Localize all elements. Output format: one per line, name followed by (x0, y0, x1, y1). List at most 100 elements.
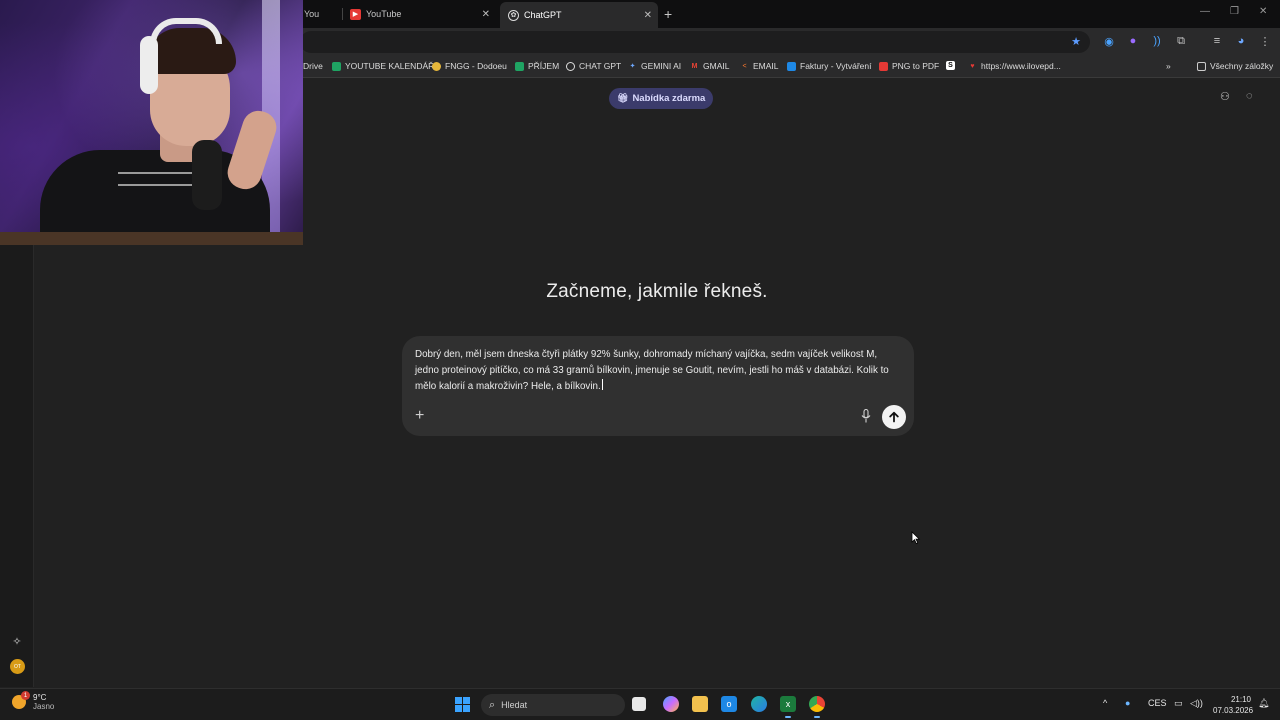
page-title: Začneme, jakmile řekneš. (546, 281, 768, 302)
bookmark-drive[interactable]: Drive (303, 61, 323, 71)
mouse-cursor-icon (911, 531, 921, 545)
bookmark-label: https://www.ilovepd... (981, 61, 1061, 71)
s-site-icon: S (946, 61, 955, 70)
close-window-icon[interactable]: ✕ (1259, 6, 1267, 17)
restore-icon[interactable]: ❐ (1230, 6, 1239, 17)
bookmark-label: CHAT GPT (579, 61, 622, 71)
input-language[interactable]: CES (1148, 698, 1167, 708)
clock[interactable]: 21:10 07.03.2026 (1213, 694, 1254, 716)
task-view-icon[interactable] (632, 697, 646, 711)
tab-label: ChatGPT (524, 10, 562, 20)
bookmark-star-icon[interactable]: ★ (1069, 34, 1083, 48)
chatgpt-icon: ✿ (508, 9, 519, 21)
taskbar-search[interactable]: ⌕ Hledat (481, 694, 625, 716)
network-icon[interactable]: ▭ (1174, 698, 1183, 709)
bookmark-label: YOUTUBE KALENDÁŘ (345, 61, 435, 71)
tab-youtube[interactable]: ▶ YouTube ✕ (344, 4, 496, 24)
clock-time: 21:10 (1230, 695, 1251, 704)
bookmark-ilovepdf[interactable]: ♥ https://www.ilovepd... (968, 61, 1061, 71)
edge-icon[interactable] (751, 696, 767, 712)
weather-sun-icon: 1 (12, 691, 30, 709)
send-button[interactable] (882, 405, 906, 429)
all-bookmarks[interactable]: Všechny záložky (1197, 61, 1273, 71)
bookmark-png-to-pdf[interactable]: PNG to PDF (879, 61, 939, 71)
bookmark-label: Drive (303, 61, 323, 71)
sparkle-icon[interactable]: ✧ (10, 634, 24, 648)
bookmark-youtube-kalendar[interactable]: YOUTUBE KALENDÁŘ (332, 61, 434, 71)
start-button[interactable] (455, 697, 470, 712)
tab-youtube-partial[interactable]: You (300, 4, 342, 24)
windows-logo-tile (463, 697, 470, 704)
webcam-microphone (192, 140, 222, 210)
microphone-tray-icon[interactable]: ● (1125, 698, 1130, 708)
address-bar[interactable] (300, 31, 1090, 53)
file-explorer-icon[interactable] (692, 696, 708, 712)
webcam-desk (0, 232, 303, 245)
windows-logo-tile (455, 697, 462, 704)
gemini-icon: ✦ (629, 63, 636, 70)
text-caret (601, 379, 603, 390)
add-person-icon[interactable]: ⚇ (1220, 90, 1230, 103)
excel-icon[interactable]: x (780, 696, 796, 718)
gmail-icon: M (691, 62, 698, 70)
message-input[interactable]: Dobrý den, měl jsem dneska čtyři plátky … (415, 347, 903, 395)
clock-date: 07.03.2026 (1213, 706, 1254, 715)
bookmark-label: GEMINI AI (641, 61, 682, 71)
notification-badge: 1 (21, 691, 30, 700)
chatgpt-icon (566, 61, 575, 71)
volume-icon[interactable]: ◁)) (1190, 698, 1203, 709)
tab-divider (342, 8, 343, 20)
folder-icon (1197, 61, 1206, 71)
windows-logo-tile (463, 705, 470, 712)
bookmark-chat-gpt[interactable]: CHAT GPT (566, 61, 621, 71)
pdf-icon (879, 61, 888, 71)
invoice-icon (787, 61, 796, 71)
bookmark-label: PŘÍJEM (528, 61, 560, 71)
webcam-shirt-logo (118, 172, 198, 186)
tab-chatgpt[interactable]: ✿ ChatGPT ✕ (500, 2, 658, 28)
tab-label: You (304, 9, 320, 19)
chat-composer[interactable]: Dobrý den, měl jsem dneska čtyři plátky … (402, 336, 914, 436)
chrome-icon[interactable] (809, 696, 825, 718)
sheets-icon (332, 61, 341, 71)
copilot-icon[interactable] (663, 696, 679, 712)
media-control-icon[interactable]: ≡ (1210, 34, 1224, 48)
youtube-icon: ▶ (350, 8, 361, 20)
close-tab-icon[interactable]: ✕ (482, 9, 490, 20)
puzzle-icon[interactable]: ⧉ (1174, 34, 1188, 48)
free-offer-button[interactable]: 🎁︎ Nabídka zdarma (609, 88, 714, 109)
microphone-icon[interactable] (861, 409, 871, 423)
bookmark-gmail[interactable]: M GMAIL (690, 61, 730, 71)
bookmark-label: Všechny záložky (1210, 61, 1274, 71)
email-icon: < (742, 62, 747, 70)
weather-widget[interactable]: 1 9°C Jasno (12, 691, 55, 711)
outlook-icon[interactable]: o (721, 696, 737, 712)
minimize-icon[interactable]: — (1200, 6, 1210, 17)
extension-icon[interactable]: ● (1126, 34, 1140, 48)
notifications-icon[interactable]: 🔔︎ (1258, 698, 1269, 709)
avatar[interactable]: OT (10, 659, 25, 674)
bookmark-label: Faktury - Vytváření (800, 61, 872, 71)
bookmark-email[interactable]: < EMAIL (740, 61, 778, 71)
bookmark-s[interactable]: S (946, 61, 959, 70)
bookmark-faktury[interactable]: Faktury - Vytváření (787, 61, 871, 71)
bookmark-fngg[interactable]: FNGG - Dodoeu (432, 61, 507, 71)
more-bookmarks-icon[interactable]: » (1166, 61, 1171, 71)
profile-icon[interactable]: ◕ (1234, 34, 1248, 48)
new-tab-button[interactable]: + (664, 6, 672, 22)
heart-icon: ♥ (970, 62, 975, 70)
search-placeholder: Hledat (501, 700, 528, 710)
fngg-icon (432, 61, 441, 71)
bookmark-label: PNG to PDF (892, 61, 940, 71)
menu-icon[interactable]: ⋮ (1258, 34, 1272, 48)
temporary-chat-icon[interactable]: ◌ (1246, 90, 1253, 102)
bookmark-prijem[interactable]: PŘÍJEM (515, 61, 559, 71)
attach-button[interactable]: + (415, 407, 424, 425)
extension-icon[interactable]: ◉ (1102, 34, 1116, 48)
bookmark-gemini[interactable]: ✦ GEMINI AI (628, 61, 682, 71)
weather-description: Jasno (33, 702, 55, 711)
read-aloud-icon[interactable]: )) (1150, 34, 1164, 48)
chevron-up-icon[interactable]: ^ (1103, 698, 1107, 708)
tab-label: YouTube (366, 9, 402, 19)
close-tab-icon[interactable]: ✕ (644, 10, 652, 21)
